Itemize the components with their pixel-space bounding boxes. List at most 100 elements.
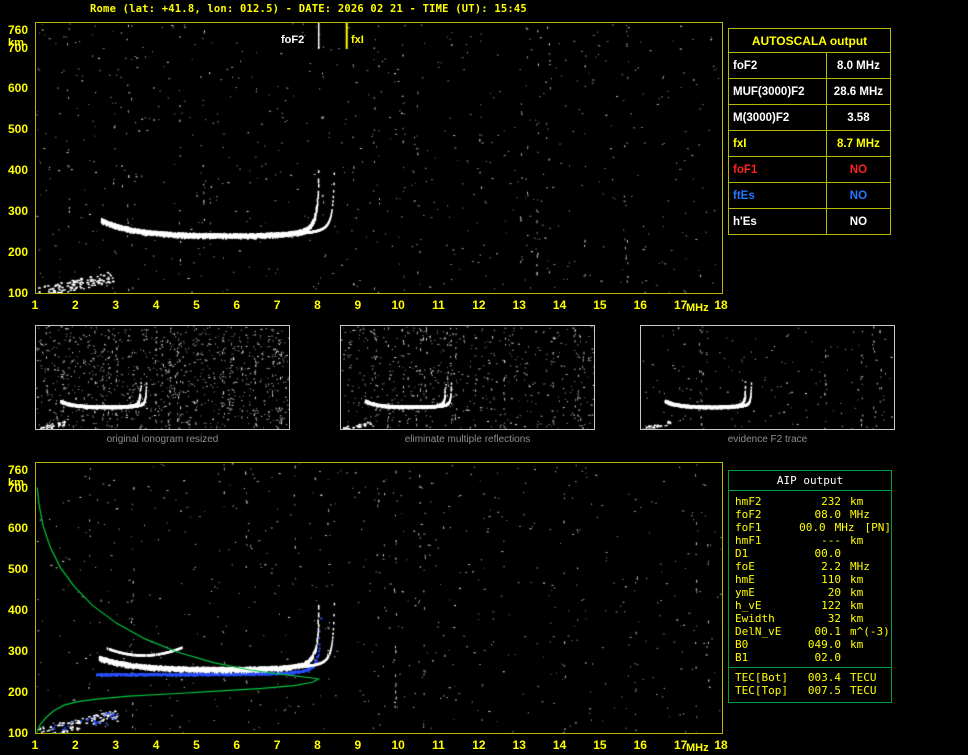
aip-rows: hmF2232kmfoF208.0MHzfoF100.0MHz[PN]hmF1-… — [729, 491, 891, 702]
param-value: NO — [826, 157, 890, 183]
autoscala-row-hes: h'EsNO — [729, 209, 891, 235]
aip-row: D100.0 — [735, 547, 891, 560]
x-tick-label: 14 — [553, 738, 566, 752]
x-tick-label: 10 — [391, 738, 404, 752]
param-value: 32 — [799, 612, 841, 625]
y-tick-label: 300 — [8, 204, 28, 218]
aip-panel-header: AIP output — [729, 471, 891, 491]
param-unit: km — [850, 495, 863, 508]
x-tick-label: 14 — [553, 298, 566, 312]
aip-row: hmF2232 km — [735, 495, 891, 508]
x-tick-label: 2 — [72, 738, 79, 752]
param-label: TEC[Top] — [735, 684, 799, 697]
x-tick-label: 16 — [634, 738, 647, 752]
x-tick-label: 6 — [233, 738, 240, 752]
autoscala-table-header: AUTOSCALA output — [729, 29, 891, 53]
aip-row: TEC[Bot]003.4TECU — [735, 671, 891, 684]
param-unit: km — [850, 573, 863, 586]
thumbnail-eliminate-reflections: eliminate multiple reflections — [340, 325, 595, 445]
param-label: hmF2 — [735, 495, 799, 508]
fxI-marker-label: fxI — [351, 34, 364, 46]
param-label: h'Es — [729, 209, 827, 235]
x-tick-label: 6 — [233, 298, 240, 312]
thumbnail-original-canvas — [35, 325, 290, 430]
y-tick-label: 200 — [8, 245, 28, 259]
x-tick-label: 13 — [513, 298, 526, 312]
y-tick-label: 300 — [8, 644, 28, 658]
param-value: 8.7 MHz — [826, 131, 890, 157]
param-label: foF2 — [729, 53, 827, 79]
x-tick-label: 9 — [354, 298, 361, 312]
x-tick-label: 15 — [593, 738, 606, 752]
y-tick-label: 500 — [8, 122, 28, 136]
x-tick-label: 18 — [714, 738, 727, 752]
x-tick-label: 1 — [32, 298, 39, 312]
aip-row: Ewidth32km — [735, 612, 891, 625]
autoscala-row-fof2: foF28.0 MHz — [729, 53, 891, 79]
x-tick-label: 18 — [714, 298, 727, 312]
x-tick-label: 11 — [432, 738, 445, 752]
x-tick-label: 3 — [112, 738, 119, 752]
param-label: MUF(3000)F2 — [729, 79, 827, 105]
aip-row: B0049.0km — [735, 638, 891, 651]
aip-row: B102.0 — [735, 651, 891, 664]
x-tick-label: 15 — [593, 298, 606, 312]
aip-row: ymE20km — [735, 586, 891, 599]
param-value: 02.0 — [799, 651, 841, 664]
param-label: fxI — [729, 131, 827, 157]
param-unit: MHz — [850, 560, 870, 573]
param-value: 110 — [799, 573, 841, 586]
param-label: B0 — [735, 638, 799, 651]
aip-row: foF208.0MHz — [735, 508, 891, 521]
param-unit: km — [850, 612, 863, 625]
param-label: hmE — [735, 573, 799, 586]
aip-output-panel: AIP output hmF2232kmfoF208.0MHzfoF100.0M… — [728, 470, 892, 703]
param-value: 8.0 MHz — [826, 53, 890, 79]
param-value: 2.2 — [799, 560, 841, 573]
thumbnail-evidence-canvas — [640, 325, 895, 430]
autoscala-screen: Rome (lat: +41.8, lon: 012.5) - DATE: 20… — [0, 0, 968, 755]
thumbnail-eliminate-canvas — [340, 325, 595, 430]
autoscala-row-m3000f2: M(3000)F23.58 — [729, 105, 891, 131]
y-tick-label: 600 — [8, 521, 28, 535]
param-value: 20 — [799, 586, 841, 599]
x-tick-label: 8 — [314, 738, 321, 752]
param-label: DelN_vE — [735, 625, 799, 638]
autoscala-row-muf3000f2: MUF(3000)F228.6 MHz — [729, 79, 891, 105]
y-tick-label: 600 — [8, 81, 28, 95]
aip-row: h_vE122km — [735, 599, 891, 612]
param-value: 232 — [799, 495, 841, 508]
param-value: NO — [826, 183, 890, 209]
autoscala-row-ftes: ftEsNO — [729, 183, 891, 209]
param-value: 00.1 — [799, 625, 841, 638]
x-tick-label: 16 — [634, 298, 647, 312]
autoscala-row-fxi: fxI8.7 MHz — [729, 131, 891, 157]
thumbnail-caption: original ionogram resized — [35, 434, 290, 445]
x-tick-label: 12 — [472, 298, 485, 312]
param-unit: m^(-3) — [850, 625, 890, 638]
param-value: --- — [799, 534, 841, 547]
aip-divider — [729, 667, 891, 668]
param-value: 00.0 — [790, 521, 826, 534]
x-tick-label: 2 — [72, 298, 79, 312]
param-value: 122 — [799, 599, 841, 612]
page-title: Rome (lat: +41.8, lon: 012.5) - DATE: 20… — [90, 3, 527, 15]
x-tick-label: 3 — [112, 298, 119, 312]
thumbnail-caption: eliminate multiple reflections — [340, 434, 595, 445]
y-tick-label: 760 — [8, 23, 28, 37]
x-tick-label: 11 — [432, 298, 445, 312]
param-unit: TECU — [850, 684, 877, 697]
x-tick-label: 13 — [513, 738, 526, 752]
autoscala-table-body: foF28.0 MHzMUF(3000)F228.6 MHzM(3000)F23… — [729, 53, 891, 235]
aip-row: foF100.0MHz[PN] — [735, 521, 891, 534]
param-value: 00.0 — [799, 547, 841, 560]
x-tick-label: 7 — [274, 298, 281, 312]
param-unit: MHz — [850, 508, 870, 521]
y-tick-label: 760 — [8, 463, 28, 477]
param-unit: km — [850, 586, 863, 599]
x-tick-label: 4 — [153, 298, 160, 312]
x-tick-label: 9 — [354, 738, 361, 752]
y-axis-unit: km — [8, 477, 24, 489]
param-note: [PN] — [865, 521, 892, 534]
y-axis-unit: km — [8, 37, 24, 49]
